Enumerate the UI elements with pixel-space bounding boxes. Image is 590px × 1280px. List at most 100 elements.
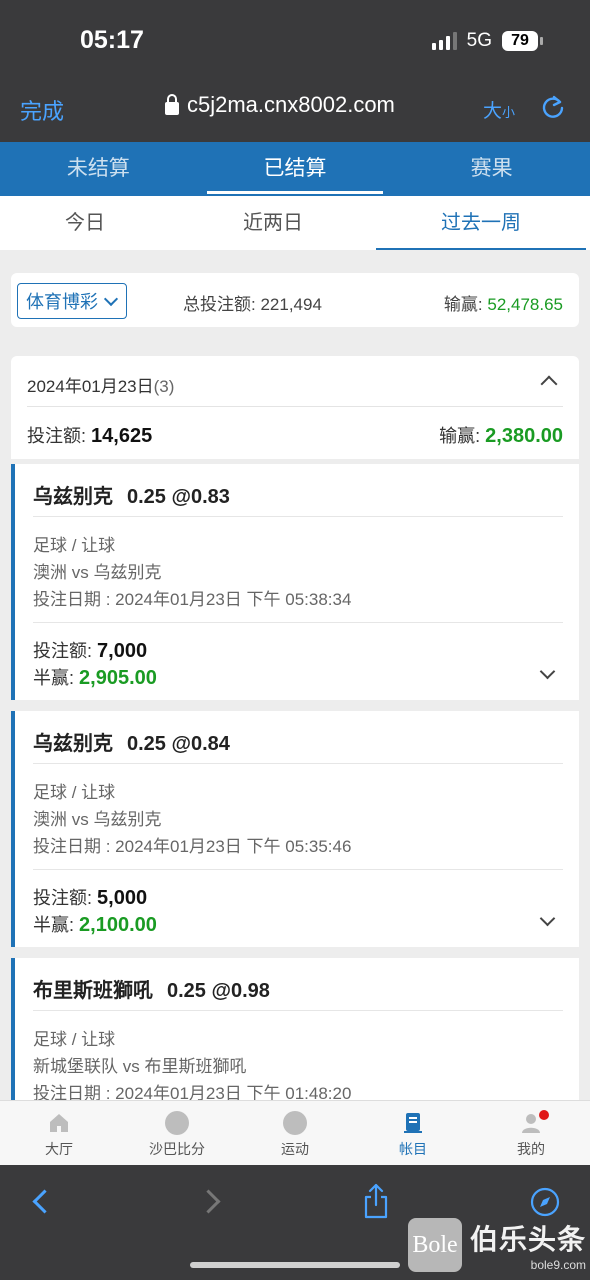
group-count: (3) xyxy=(153,377,175,396)
nav-lobby[interactable]: 大厅 xyxy=(0,1101,118,1166)
chevron-down-icon[interactable] xyxy=(539,910,556,927)
total-win-value: 52,478.65 xyxy=(487,295,563,314)
chevron-down-icon xyxy=(103,291,119,306)
bet-market: 足球 / 让球 xyxy=(33,1030,116,1049)
notification-dot xyxy=(539,1110,549,1120)
done-button[interactable]: 完成 xyxy=(20,94,64,126)
chevron-up-icon[interactable] xyxy=(540,375,558,393)
bet-selection: 布里斯班獅吼 0.25 @0.98 xyxy=(33,974,270,1003)
total-bet: 总投注额: 221,494 xyxy=(183,290,322,315)
nav-sports[interactable]: 运动 xyxy=(236,1101,354,1166)
url-text: c5j2ma.cnx8002.com xyxy=(187,92,395,117)
bet-team: 乌兹别克 xyxy=(33,486,113,508)
bet-result-label: 半赢: xyxy=(33,915,75,935)
period-tabs: 今日 近两日 过去一周 xyxy=(0,196,590,250)
bet-card[interactable]: 乌兹别克 0.25 @0.83 足球 / 让球 澳洲 vs 乌兹别克 投注日期 :… xyxy=(11,464,579,700)
bet-result-row: 半赢: 2,100.00 xyxy=(33,912,157,939)
group-bet: 投注额: 14,625 xyxy=(27,422,152,448)
total-bet-value: 221,494 xyxy=(260,295,322,314)
bet-date: 投注日期 : 2024年01月23日 下午 05:35:46 xyxy=(33,837,352,856)
signal-icon xyxy=(431,32,457,50)
bet-amount-value: 7,000 xyxy=(97,640,148,662)
tab-results[interactable]: 赛果 xyxy=(393,142,590,196)
bet-date: 投注日期 : 2024年01月23日 下午 05:38:34 xyxy=(33,590,352,609)
sport-filter-select[interactable]: 体育博彩 xyxy=(17,283,127,319)
app-bottom-nav: 大厅 沙巴比分 运动 帐目 我的 xyxy=(0,1100,590,1166)
watermark-name: 伯乐头条 xyxy=(470,1224,587,1255)
bet-amount-label: 投注额: xyxy=(33,641,93,661)
bet-result-value: 2,905.00 xyxy=(79,667,157,689)
sport-filter-value: 体育博彩 xyxy=(26,292,98,312)
bet-info: 足球 / 让球 澳洲 vs 乌兹别克 投注日期 : 2024年01月23日 下午… xyxy=(33,532,351,613)
bet-result-label: 半赢: xyxy=(33,668,75,688)
bet-selection: 乌兹别克 0.25 @0.84 xyxy=(33,727,230,756)
bet-info: 足球 / 让球 澳洲 vs 乌兹别克 投注日期 : 2024年01月23日 下午… xyxy=(33,779,351,860)
score-icon xyxy=(165,1111,189,1135)
divider xyxy=(33,869,563,870)
watermark-logo: Bole xyxy=(408,1218,462,1272)
ball-icon xyxy=(283,1111,307,1135)
tab-past-week[interactable]: 过去一周 xyxy=(376,196,586,250)
bet-market: 足球 / 让球 xyxy=(33,783,116,802)
watermark-text: 伯乐头条 bole9.com xyxy=(470,1218,586,1272)
group-win-value: 2,380.00 xyxy=(485,425,563,447)
watermark-url: bole9.com xyxy=(530,1258,587,1272)
lock-icon xyxy=(165,93,179,115)
settlement-tabs: 未结算 已结算 赛果 xyxy=(0,142,590,196)
group-win-label: 输赢: xyxy=(439,426,481,446)
bet-amounts: 投注额: 5,000 半赢: 2,100.00 xyxy=(33,885,157,939)
forward-icon[interactable] xyxy=(196,1189,221,1214)
house-icon xyxy=(50,1114,68,1132)
status-indicators: 5G 79 xyxy=(431,30,543,52)
nav-ledger[interactable]: 帐目 xyxy=(354,1101,472,1166)
bet-selection: 乌兹别克 0.25 @0.83 xyxy=(33,480,230,509)
group-date: 2024年01月23日(3) xyxy=(27,372,174,397)
bet-match: 澳洲 vs 乌兹别克 xyxy=(33,563,162,582)
bet-card[interactable]: 乌兹别克 0.25 @0.84 足球 / 让球 澳洲 vs 乌兹别克 投注日期 :… xyxy=(11,711,579,947)
group-win: 输赢: 2,380.00 xyxy=(439,422,563,448)
text-size-big: 大 xyxy=(483,101,503,122)
chevron-down-icon[interactable] xyxy=(539,663,556,680)
text-size-button[interactable]: 大小 xyxy=(483,96,515,123)
summary-bar: 体育博彩 总投注额: 221,494 输赢: 52,478.65 xyxy=(11,273,579,327)
bet-market: 足球 / 让球 xyxy=(33,536,116,555)
network-type: 5G xyxy=(466,30,492,51)
group-bet-value: 14,625 xyxy=(91,425,153,447)
tab-today[interactable]: 今日 xyxy=(0,196,170,250)
bet-amount-label: 投注额: xyxy=(33,888,93,908)
text-size-small: 小 xyxy=(502,105,516,120)
ledger-icon xyxy=(404,1113,422,1133)
address-bar[interactable]: c5j2ma.cnx8002.com xyxy=(165,92,395,118)
tab-unsettled[interactable]: 未结算 xyxy=(0,142,197,196)
nav-label: 大厅 xyxy=(45,1141,73,1157)
tab-two-days[interactable]: 近两日 xyxy=(170,196,376,250)
compass-icon[interactable] xyxy=(530,1187,560,1217)
nav-mine[interactable]: 我的 xyxy=(472,1101,590,1166)
date-group[interactable]: 2024年01月23日(3) 投注额: 14,625 输赢: 2,380.00 xyxy=(11,356,579,459)
bet-info: 足球 / 让球 新城堡联队 vs 布里斯班獅吼 投注日期 : 2024年01月2… xyxy=(33,1026,351,1107)
battery-icon: 79 xyxy=(502,31,543,51)
divider xyxy=(33,516,563,517)
total-win: 输赢: 52,478.65 xyxy=(444,290,563,315)
total-win-label: 输赢: xyxy=(443,295,483,314)
browser-chrome: 05:17 5G 79 完成 c5j2ma.cnx8002.com 大小 xyxy=(0,0,590,142)
bet-odds: 0.25 @0.98 xyxy=(167,980,270,1002)
home-indicator xyxy=(190,1262,400,1268)
bet-amount-row: 投注额: 5,000 xyxy=(33,885,157,912)
nav-label: 运动 xyxy=(281,1141,309,1157)
bet-team: 布里斯班獅吼 xyxy=(33,980,153,1002)
divider xyxy=(33,1010,563,1011)
nav-label: 我的 xyxy=(517,1141,545,1157)
status-time: 05:17 xyxy=(80,26,144,54)
tab-settled[interactable]: 已结算 xyxy=(197,142,394,196)
nav-scores[interactable]: 沙巴比分 xyxy=(118,1101,236,1166)
total-bet-label: 总投注额: xyxy=(183,295,256,314)
share-icon[interactable] xyxy=(363,1183,389,1219)
back-icon[interactable] xyxy=(32,1189,57,1214)
reload-icon[interactable] xyxy=(540,94,566,120)
bet-odds: 0.25 @0.84 xyxy=(127,733,230,755)
watermark: Bole 伯乐头条 bole9.com xyxy=(408,1218,586,1272)
group-bet-label: 投注额: xyxy=(27,426,87,446)
bet-team: 乌兹别克 xyxy=(33,733,113,755)
divider xyxy=(33,622,563,623)
